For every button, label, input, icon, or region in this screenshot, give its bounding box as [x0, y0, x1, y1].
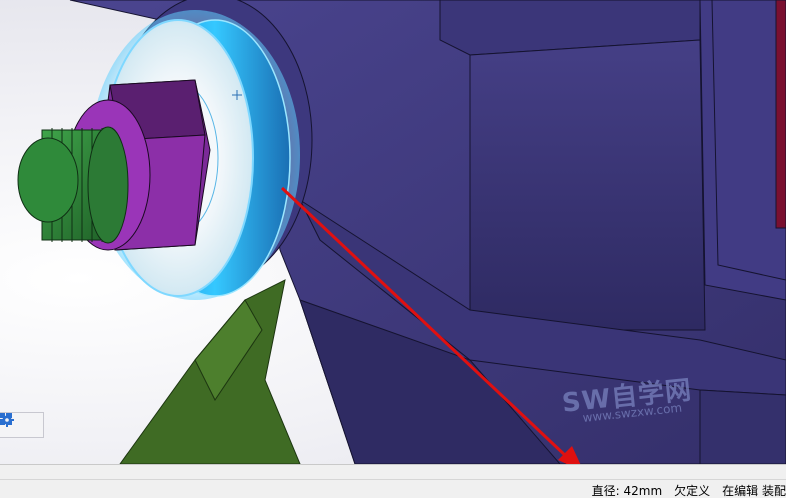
status-bar-divider [0, 479, 786, 480]
status-bar: 直径: 42mm 欠定义 在编辑 装配 [0, 464, 786, 498]
status-fields: 直径: 42mm 欠定义 在编辑 装配 [580, 482, 786, 498]
status-definition-state[interactable]: 欠定义 [674, 482, 710, 499]
status-editing-context: 在编辑 装配 [722, 483, 786, 498]
viewport-mini-toolbar [0, 412, 44, 438]
graphics-viewport[interactable]: SW自学网 www.swzxw.com [0, 0, 786, 464]
settings-icon[interactable] [0, 413, 36, 432]
status-diameter: 直径: 42mm [591, 483, 663, 498]
